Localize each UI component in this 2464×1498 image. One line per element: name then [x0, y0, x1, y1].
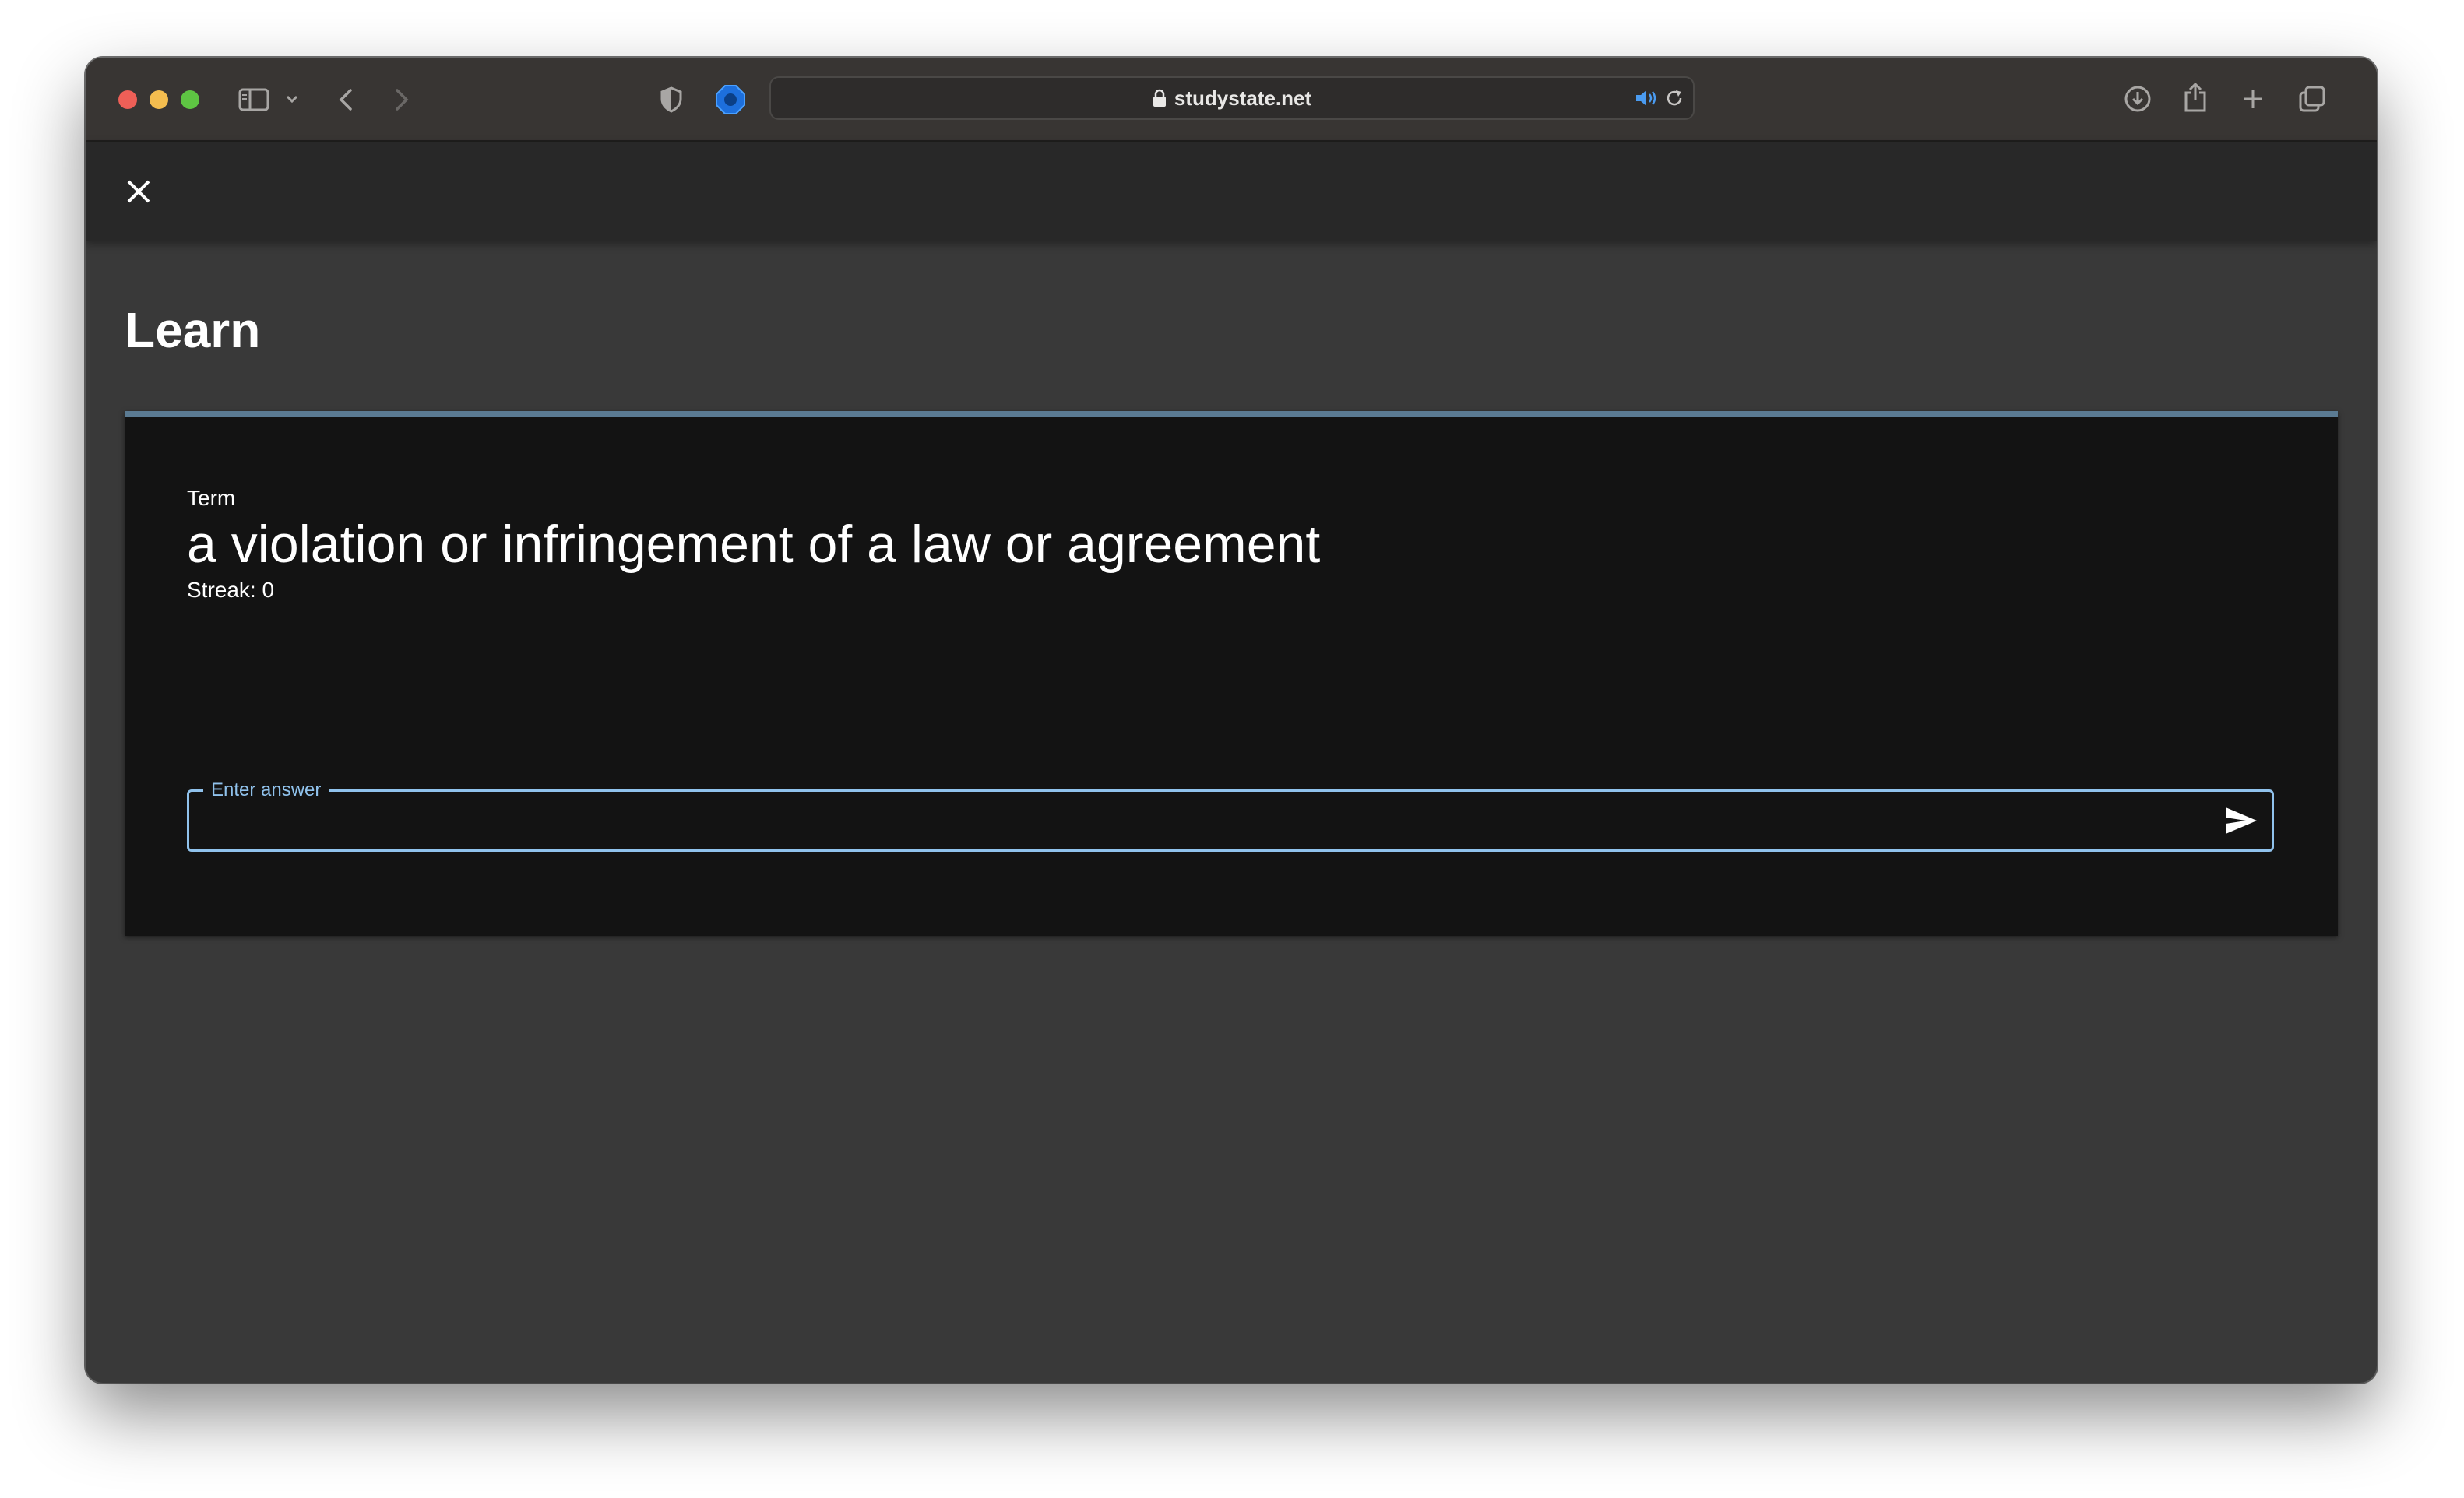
new-tab-icon[interactable]	[2235, 81, 2271, 117]
extension-icon[interactable]	[713, 83, 748, 117]
reload-icon[interactable]	[1662, 86, 1687, 111]
streak-counter: Streak: 0	[187, 578, 275, 602]
address-bar[interactable]: studystate.net	[769, 76, 1695, 120]
chevron-down-icon[interactable]	[282, 89, 302, 109]
term-text: a violation or infringement of a law or …	[187, 515, 1321, 574]
page-title: Learn	[125, 302, 261, 358]
app-header	[86, 142, 2377, 241]
browser-window: studystate.net Learn Term a violation or…	[86, 58, 2377, 1383]
answer-input[interactable]	[205, 798, 2186, 845]
window-minimize-button[interactable]	[150, 90, 168, 109]
share-icon[interactable]	[2177, 78, 2213, 117]
answer-field[interactable]: Enter answer	[187, 776, 2274, 852]
back-icon[interactable]	[329, 83, 363, 117]
shield-icon[interactable]	[654, 83, 688, 117]
window-maximize-button[interactable]	[181, 90, 199, 109]
tabs-overview-icon[interactable]	[2294, 81, 2330, 117]
forward-icon[interactable]	[385, 83, 419, 117]
download-icon[interactable]	[2120, 81, 2156, 117]
lock-icon	[1153, 89, 1167, 107]
learn-card: Term a violation or infringement of a la…	[125, 411, 2338, 936]
browser-toolbar: studystate.net	[86, 58, 2377, 142]
sidebar-icon[interactable]	[237, 84, 271, 115]
send-icon[interactable]	[2222, 803, 2261, 839]
speaker-icon[interactable]	[1634, 86, 1659, 111]
term-label: Term	[187, 486, 236, 510]
close-icon[interactable]	[117, 170, 160, 213]
window-close-button[interactable]	[118, 90, 137, 109]
url-text: studystate.net	[1174, 86, 1312, 110]
